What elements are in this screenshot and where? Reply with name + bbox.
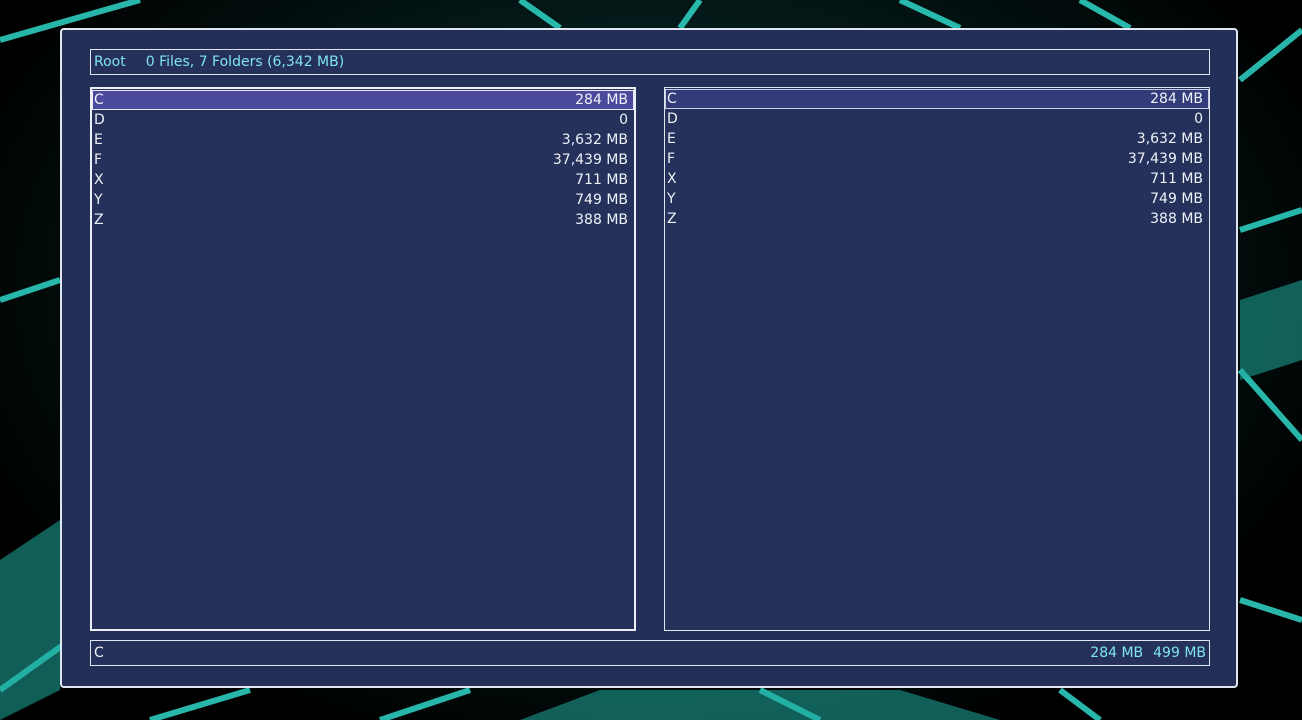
drive-name: Y — [667, 191, 676, 207]
drive-row[interactable]: C 284 MB — [92, 90, 634, 110]
drive-name: D — [94, 112, 105, 128]
drive-row[interactable]: F 37,439 MB — [665, 149, 1209, 169]
status-current-item: C — [94, 645, 104, 661]
drive-size: 3,632 MB — [1136, 131, 1203, 147]
folder-summary: 0 Files, 7 Folders (6,342 MB) — [145, 54, 345, 70]
drive-size: 284 MB — [1150, 91, 1203, 107]
drive-size: 711 MB — [575, 172, 628, 188]
drive-name: E — [94, 132, 103, 148]
drive-row[interactable]: X 711 MB — [92, 170, 634, 190]
drive-row[interactable]: E 3,632 MB — [665, 129, 1209, 149]
drive-size: 0 — [619, 112, 628, 128]
current-location: Root — [94, 54, 126, 70]
drive-size: 3,632 MB — [561, 132, 628, 148]
drive-size: 749 MB — [575, 192, 628, 208]
drive-row[interactable]: Y 749 MB — [665, 189, 1209, 209]
drive-size: 749 MB — [1150, 191, 1203, 207]
drive-size: 0 — [1194, 111, 1203, 127]
drive-row[interactable]: D0 — [92, 110, 634, 130]
drive-name: F — [94, 152, 103, 168]
drive-row[interactable]: X 711 MB — [665, 169, 1209, 189]
drive-row[interactable]: Y 749 MB — [92, 190, 634, 210]
drive-size: 388 MB — [1150, 211, 1203, 227]
drive-name: C — [94, 92, 104, 108]
drive-size: 284 MB — [575, 92, 628, 108]
left-file-list: C 284 MB D 0 E 3,632 MB F 37,439 MB X 711 MB Y 749 … — [92, 89, 634, 230]
drive-size: 388 MB — [575, 212, 628, 228]
drive-size: 37,439 MB — [1127, 151, 1203, 167]
file-manager-window: Root 0 Files, 7 Folders (6,342 MB) C 284 M… — [60, 28, 1238, 688]
status-free-size: 499 MB — [1153, 645, 1206, 661]
drive-row[interactable]: C 284 MB — [665, 89, 1209, 109]
drive-row[interactable]: Z 388 MB — [92, 210, 634, 230]
drive-size: 37,439 MB — [552, 152, 628, 168]
drive-name: Z — [667, 211, 677, 227]
status-sizes: 284 MB 499 MB — [1090, 641, 1206, 665]
drive-row[interactable]: E 3,632 MB — [92, 130, 634, 150]
drive-size: 711 MB — [1150, 171, 1203, 187]
right-file-list: C 284 MB D 0 E 3,632 MB F 37,439 MB X 711 MB Y 749 … — [665, 88, 1209, 229]
drive-name: E — [667, 131, 676, 147]
path-header: Root 0 Files, 7 Folders (6,342 MB) — [90, 49, 1210, 75]
drive-name: F — [667, 151, 676, 167]
status-bar: C 284 MB 499 MB — [90, 640, 1210, 666]
drive-row[interactable]: F 37,439 MB — [92, 150, 634, 170]
left-file-pane[interactable]: C 284 MB D 0 E 3,632 MB F 37,439 MB X 711 MB Y 749 … — [90, 87, 636, 631]
drive-name: D — [667, 111, 678, 127]
right-file-pane[interactable]: C 284 MB D 0 E 3,632 MB F 37,439 MB X 711 MB Y 749 … — [664, 87, 1210, 631]
drive-name: Y — [94, 192, 103, 208]
drive-name: X — [667, 171, 677, 187]
drive-row[interactable]: D0 — [665, 109, 1209, 129]
drive-name: C — [667, 91, 677, 107]
drive-row[interactable]: Z 388 MB — [665, 209, 1209, 229]
status-used-size: 284 MB — [1090, 645, 1144, 661]
drive-name: X — [94, 172, 104, 188]
drive-name: Z — [94, 212, 104, 228]
